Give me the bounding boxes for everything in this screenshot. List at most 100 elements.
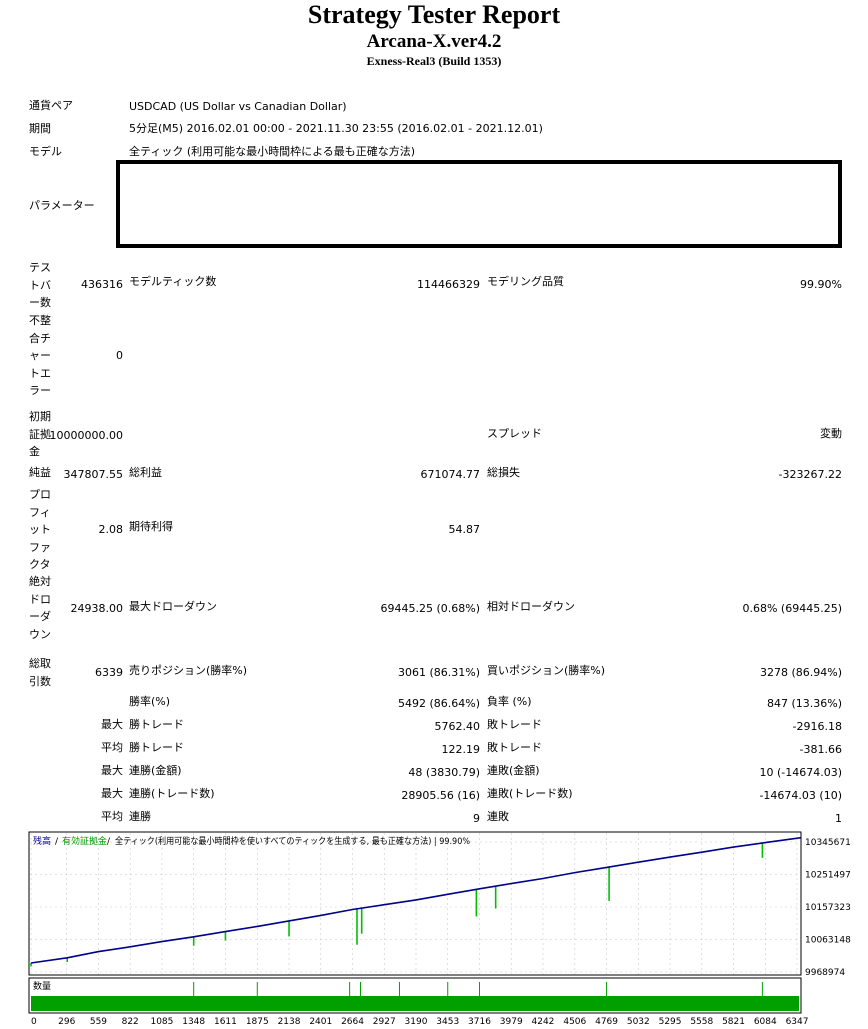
x-tick-label-17: 4506: [563, 1017, 586, 1027]
parameters-box: [116, 160, 842, 248]
model-value: 全ティック (利用可能な最小時間枠による最も正確な方法): [129, 145, 416, 158]
quality-label: モデリング品質: [487, 275, 564, 288]
mismatch-value: 0: [116, 349, 123, 362]
largest-loss-value: -2916.18: [792, 720, 842, 733]
largest-loss-label: 敗トレード: [487, 718, 542, 731]
loss-rate-label: 負率 (%): [487, 695, 532, 708]
x-tick-label-10: 2664: [341, 1017, 364, 1027]
x-tick-label-15: 3979: [500, 1017, 523, 1027]
y-tick-label-0: 10345671: [805, 838, 851, 848]
gross-profit-value: 671074.77: [420, 468, 481, 481]
ticks-label: モデルティック数: [129, 275, 217, 288]
avg-cons-wins-value: 9: [473, 812, 480, 825]
y-tick-label-3: 10063148: [805, 936, 851, 946]
model-label: モデル: [29, 145, 62, 158]
max-cons-losses-value: 10 (-14674.03): [759, 766, 842, 779]
x-tick-label-20: 5295: [659, 1017, 682, 1027]
avg-cons-losses-label: 連敗: [487, 810, 509, 823]
parameters-label: パラメーター: [29, 199, 95, 212]
legend-balance: 残高: [33, 835, 51, 847]
legend-note: 全ティック(利用可能な最小時間枠を使いすべてのティックを生成する, 最も正確な方…: [115, 835, 470, 847]
gross-profit-label: 総利益: [129, 466, 162, 479]
max-prefix-2: 最大: [101, 764, 123, 777]
x-tick-label-7: 1875: [246, 1017, 269, 1027]
volume-label: 数量: [33, 980, 51, 992]
report-title: Strategy Tester Report: [307, 0, 561, 29]
short-positions-label: 売りポジション(勝率%): [129, 664, 248, 677]
expected-payoff-label: 期待利得: [129, 520, 173, 533]
balance-chart-svg: 残高 / 有効証拠金 / 全ティック(利用可能な最小時間枠を使いすべてのティック…: [28, 831, 851, 1027]
symbol-label: 通貨ペア: [29, 99, 73, 112]
total-trades-value: 6339: [95, 666, 123, 679]
gross-loss-value: -323267.22: [778, 468, 842, 481]
ea-name: Arcana-X.ver4.2: [366, 31, 502, 52]
period-value: 5分足(M5) 2016.02.01 00:00 - 2021.11.30 23…: [129, 122, 543, 135]
y-tick-label-2: 10157323: [805, 903, 851, 913]
x-tick-label-24: 6347: [786, 1017, 809, 1027]
avg-win-label: 勝トレード: [129, 741, 184, 754]
bars-value: 436316: [81, 278, 123, 291]
avg-cons-wins-label: 連勝: [129, 810, 151, 823]
deposit-value: 10000000.00: [49, 429, 123, 442]
x-tick-label-4: 1085: [150, 1017, 173, 1027]
quality-value: 99.90%: [800, 278, 842, 291]
x-tick-label-19: 5032: [627, 1017, 650, 1027]
x-tick-label-13: 3453: [436, 1017, 459, 1027]
short-positions-value: 3061 (86.31%): [397, 666, 480, 679]
server-build: Exness-Real3 (Build 1353): [366, 54, 502, 68]
balance-chart: 残高 / 有効証拠金 / 全ティック(利用可能な最小時間枠を使いすべてのティック…: [28, 831, 851, 1027]
x-tick-label-22: 5821: [722, 1017, 745, 1027]
x-tick-label-14: 3716: [468, 1017, 491, 1027]
x-tick-label-5: 1348: [182, 1017, 205, 1027]
x-tick-label-2: 559: [90, 1017, 107, 1027]
max-cons-lossamt-value: -14674.03 (10): [759, 789, 842, 802]
avg-cons-losses-value: 1: [835, 812, 842, 825]
x-tick-label-9: 2401: [309, 1017, 332, 1027]
average-prefix-2: 平均: [101, 810, 123, 823]
x-tick-label-23: 6084: [754, 1017, 777, 1027]
max-cons-profit-value: 28905.56 (16): [401, 789, 480, 802]
max-drawdown-value: 69445.25 (0.68%): [380, 602, 480, 615]
period-label: 期間: [29, 122, 51, 135]
largest-win-label: 勝トレード: [129, 718, 184, 731]
x-tick-label-1: 296: [58, 1017, 75, 1027]
abs-drawdown-value: 24938.00: [70, 602, 124, 615]
largest-win-value: 5762.40: [434, 720, 481, 733]
expected-payoff-value: 54.87: [448, 523, 481, 536]
avg-loss-label: 敗トレード: [487, 741, 542, 754]
max-drawdown-label: 最大ドローダウン: [129, 600, 217, 613]
x-tick-label-21: 5558: [690, 1017, 713, 1027]
win-rate-value: 5492 (86.64%): [397, 697, 480, 710]
symbol-value: USDCAD (US Dollar vs Canadian Dollar): [129, 100, 347, 113]
max-cons-losses-label: 連敗(金額): [487, 764, 540, 777]
legend-equity: 有効証拠金: [62, 835, 107, 847]
max-cons-wins-value: 48 (3830.79): [408, 766, 480, 779]
max-cons-profit-label: 連勝(トレード数): [129, 787, 215, 800]
x-tick-label-8: 2138: [278, 1017, 301, 1027]
avg-win-value: 122.19: [441, 743, 481, 756]
rel-drawdown-value: 0.68% (69445.25): [742, 602, 842, 615]
spread-label: スプレッド: [487, 427, 542, 440]
x-tick-label-11: 2927: [373, 1017, 396, 1027]
long-positions-value: 3278 (86.94%): [759, 666, 842, 679]
profit-factor-value: 2.08: [98, 523, 124, 536]
ticks-value: 114466329: [417, 278, 480, 291]
x-tick-label-3: 822: [122, 1017, 139, 1027]
win-rate-label: 勝率(%): [129, 695, 171, 708]
average-prefix: 平均: [101, 741, 123, 754]
volume-bars: [31, 996, 799, 1011]
long-positions-label: 買いポジション(勝率%): [487, 664, 606, 677]
y-tick-label-4: 9968974: [805, 968, 845, 978]
max-cons-lossamt-label: 連敗(トレード数): [487, 787, 573, 800]
loss-rate-value: 847 (13.36%): [766, 697, 842, 710]
largest-prefix: 最大: [101, 718, 123, 731]
rel-drawdown-label: 相対ドローダウン: [487, 600, 575, 613]
spread-value: 変動: [820, 427, 842, 440]
x-tick-label-18: 4769: [595, 1017, 618, 1027]
max-prefix-3: 最大: [101, 787, 123, 800]
avg-loss-value: -381.66: [799, 743, 842, 756]
net-profit-value: 347807.55: [63, 468, 124, 481]
main-plot-frame: [28, 831, 802, 976]
max-cons-wins-label: 連勝(金額): [129, 764, 182, 777]
gross-loss-label: 総損失: [487, 466, 520, 479]
